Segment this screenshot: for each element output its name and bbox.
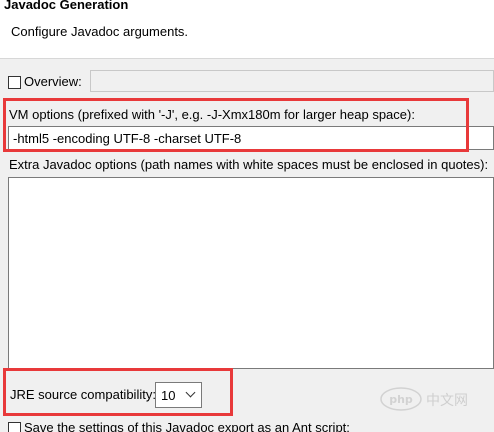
page-title: Javadoc Generation <box>4 0 129 12</box>
overview-label: Overview: <box>24 74 82 89</box>
jre-compatibility-value: 10 <box>161 388 176 403</box>
vm-options-input[interactable]: -html5 -encoding UTF-8 -charset UTF-8 <box>8 126 494 150</box>
wizard-header: Javadoc Generation Configure Javadoc arg… <box>0 0 494 59</box>
svg-text:php: php <box>389 393 413 406</box>
save-ant-script-checkbox[interactable] <box>8 422 21 432</box>
save-ant-script-label: Save the settings of this Javadoc export… <box>24 420 350 432</box>
watermark-site-text: 中文网 <box>426 392 468 408</box>
extra-options-label: Extra Javadoc options (path names with w… <box>9 157 489 172</box>
save-ant-script-row: Save the settings of this Javadoc export… <box>7 418 494 432</box>
page-description: Configure Javadoc arguments. <box>11 24 189 39</box>
overview-path-field <box>90 70 494 92</box>
overview-row: Overview: <box>7 70 494 94</box>
vm-options-value: -html5 -encoding UTF-8 -charset UTF-8 <box>13 131 242 146</box>
chevron-down-icon <box>185 387 196 398</box>
extra-options-textarea[interactable] <box>8 177 494 369</box>
javadoc-generation-page: Javadoc Generation Configure Javadoc arg… <box>0 0 494 432</box>
php-logo-icon: php <box>380 387 422 411</box>
php-watermark: php 中文网 <box>380 387 494 411</box>
overview-checkbox[interactable] <box>8 76 21 89</box>
vm-options-label: VM options (prefixed with '-J', e.g. -J-… <box>9 107 415 122</box>
jre-compatibility-label: JRE source compatibility: <box>10 387 156 402</box>
jre-compatibility-select[interactable]: 10 <box>155 382 202 408</box>
